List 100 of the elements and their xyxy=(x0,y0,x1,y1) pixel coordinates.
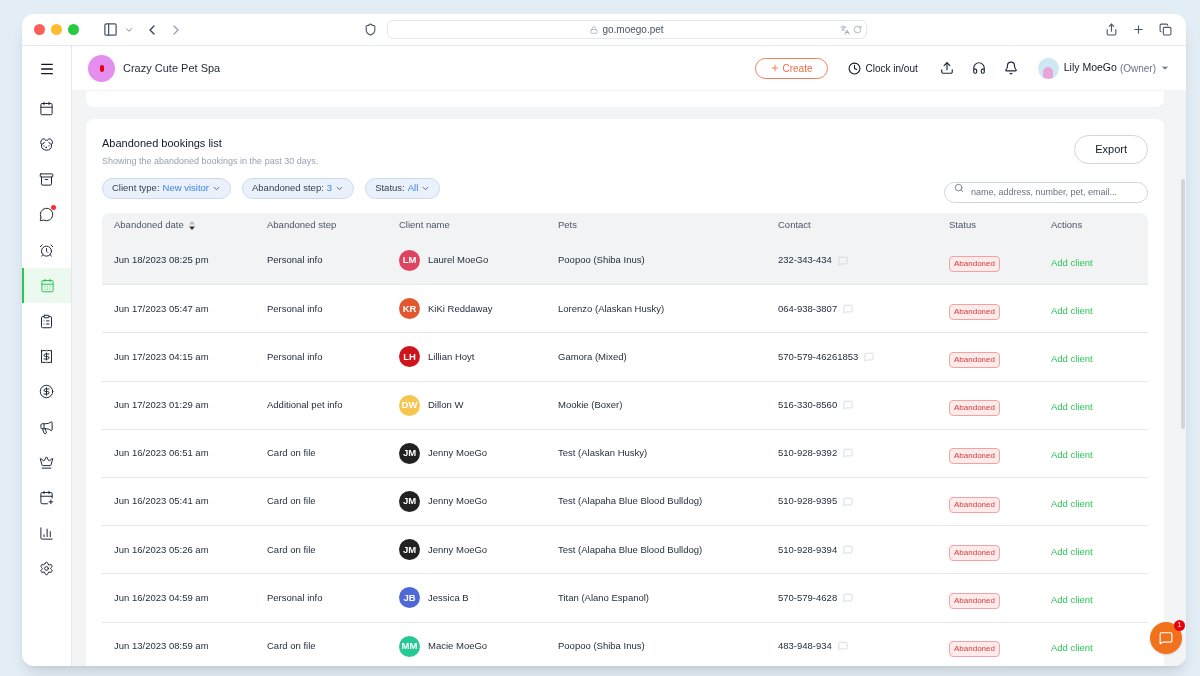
table-cell-text: Jun 17/2023 04:15 am xyxy=(114,349,210,364)
calendar-icon xyxy=(40,278,55,294)
table-cell-text: Gamora (Mixed) xyxy=(558,349,628,364)
filter-chip[interactable]: Abandoned step: 3 xyxy=(242,178,355,199)
column-header: Abandoned step xyxy=(267,217,338,232)
table-cell-text: Titan (Alano Espanol) xyxy=(558,590,650,605)
tabs-overview-icon[interactable] xyxy=(1159,23,1172,36)
client-name[interactable]: Macie MoeGo xyxy=(428,638,488,654)
phone-number: 570-579-4628 xyxy=(778,590,838,605)
table-row[interactable]: Jun 18/2023 08:25 pm Personal info LM Laurel MoeGo Poopoo (Shiba Inus) 232-343-434 Abandoned Add client xyxy=(102,237,1148,286)
client-name[interactable]: Jenny MoeGo xyxy=(428,494,488,509)
bar-chart-icon xyxy=(39,525,54,541)
table-cell-text: Jun 17/2023 01:29 am xyxy=(114,398,210,413)
filter-chip[interactable]: Status: All xyxy=(365,178,441,199)
business-name[interactable]: Crazy Cute Pet Spa xyxy=(123,59,221,77)
status-badge: Abandoned xyxy=(949,544,1000,561)
address-bar[interactable]: go.moego.pet xyxy=(387,20,867,39)
client-name[interactable]: Jenny MoeGo xyxy=(428,542,488,557)
crown-icon xyxy=(39,455,54,471)
column-header[interactable]: Abandoned date xyxy=(114,217,267,233)
phone-number: 232-343-434 xyxy=(778,253,832,268)
table-cell-text: Test (Alapaha Blue Blood Bulldog) xyxy=(558,542,704,557)
receipt-icon xyxy=(39,348,54,364)
table-cell-text: Test (Alapaha Blue Blood Bulldog) xyxy=(558,494,704,509)
table-cell-text: Personal info xyxy=(267,301,324,316)
dog-icon xyxy=(39,136,54,152)
sort-icon[interactable] xyxy=(188,220,195,230)
dollar-icon xyxy=(39,384,54,400)
clipboard-icon xyxy=(39,313,54,329)
phone-number: 570-579-46261853 xyxy=(778,349,859,364)
chat-icon xyxy=(39,207,54,223)
table-cell-text: Mookie (Boxer) xyxy=(558,398,624,413)
table-cell-text: Jun 16/2023 04:59 am xyxy=(114,590,210,605)
headset-icon[interactable] xyxy=(971,61,986,75)
client-name[interactable]: Jessica B xyxy=(428,590,469,606)
chevron-down-icon xyxy=(335,184,345,193)
shield-icon[interactable] xyxy=(364,23,377,36)
search-field[interactable]: name, address, number, pet, email... xyxy=(944,181,1148,203)
client-avatar: LM xyxy=(399,250,420,272)
client-name[interactable]: Jenny MoeGo xyxy=(428,446,488,461)
caret-icon[interactable] xyxy=(1160,63,1170,73)
bell-icon[interactable] xyxy=(1003,61,1018,75)
table-cell-text: Jun 16/2023 05:26 am xyxy=(114,542,210,557)
phone-number: 516-330-8560 xyxy=(778,398,838,413)
client-name[interactable]: Lillian Hoyt xyxy=(428,349,475,365)
panel-title: Abandoned bookings list xyxy=(102,136,223,151)
column-header: Contact xyxy=(778,217,812,232)
status-badge: Abandoned xyxy=(949,496,1000,513)
translate-icon[interactable] xyxy=(840,24,850,35)
share-icon[interactable] xyxy=(1105,23,1118,36)
client-name[interactable]: Laurel MoeGo xyxy=(428,253,489,268)
table-cell-text: Card on file xyxy=(267,638,317,653)
status-badge: Abandoned xyxy=(949,303,1000,320)
status-badge: Abandoned xyxy=(949,255,1000,272)
client-name[interactable]: KiKi Reddaway xyxy=(428,301,493,316)
table-cell-text: Card on file xyxy=(267,446,317,461)
table-cell-text: Poopoo (Shiba Inus) xyxy=(558,253,646,268)
client-avatar: JM xyxy=(399,442,420,464)
sidebar-toggle-icon[interactable] xyxy=(103,22,118,37)
table-cell-text: Additional pet info xyxy=(267,398,344,413)
new-tab-icon[interactable] xyxy=(1132,23,1145,36)
status-badge: Abandoned xyxy=(949,592,1000,609)
clock-icon xyxy=(847,61,861,75)
phone-number: 064-938-3807 xyxy=(778,301,838,316)
client-avatar: MM xyxy=(399,635,420,657)
user-name[interactable]: Lily MoeGo xyxy=(1063,60,1117,76)
column-header: Client name xyxy=(399,217,451,232)
table-cell-text: Jun 16/2023 05:41 am xyxy=(114,494,210,509)
table-cell-text: Personal info xyxy=(267,590,324,605)
client-avatar: JM xyxy=(399,491,420,513)
client-avatar: LH xyxy=(399,346,420,368)
column-header: Status xyxy=(949,217,977,232)
phone-number: 510-928-9395 xyxy=(778,494,838,509)
table-cell-text: Jun 18/2023 08:25 pm xyxy=(114,253,210,268)
search-icon xyxy=(954,183,964,193)
status-badge: Abandoned xyxy=(949,448,1000,465)
column-header: Pets xyxy=(558,217,578,232)
calendar-icon xyxy=(39,101,54,117)
panel-subtitle: Showing the abandoned bookings in the past 30 days. xyxy=(102,154,319,168)
client-avatar: JB xyxy=(399,587,420,609)
client-avatar: DW xyxy=(399,394,420,416)
table-cell-text: Personal info xyxy=(267,253,324,268)
megaphone-icon xyxy=(39,419,54,435)
table-cell-text: Poopoo (Shiba Inus) xyxy=(558,638,646,653)
status-badge: Abandoned xyxy=(949,641,1000,658)
upload-icon[interactable] xyxy=(939,61,954,75)
phone-number: 510-928-9394 xyxy=(778,542,838,557)
calendar-plus-icon xyxy=(39,490,54,506)
clock-button[interactable]: Clock in/out xyxy=(847,60,918,76)
table-cell-text: Jun 16/2023 06:51 am xyxy=(114,446,210,461)
phone-number: 483-948-934 xyxy=(778,638,832,653)
table-cell-text: Jun 17/2023 05:47 am xyxy=(114,301,210,316)
business-logo xyxy=(88,54,115,82)
client-name[interactable]: Dillon W xyxy=(428,398,464,413)
chevron-down-icon xyxy=(421,184,431,193)
close-window-icon[interactable] xyxy=(34,24,45,35)
client-avatar: KR xyxy=(399,298,420,320)
maximize-window-icon[interactable] xyxy=(68,24,79,35)
filter-chip[interactable]: Client type: New visitor xyxy=(102,178,231,199)
table-cell-text: Test (Alaskan Husky) xyxy=(558,446,649,461)
